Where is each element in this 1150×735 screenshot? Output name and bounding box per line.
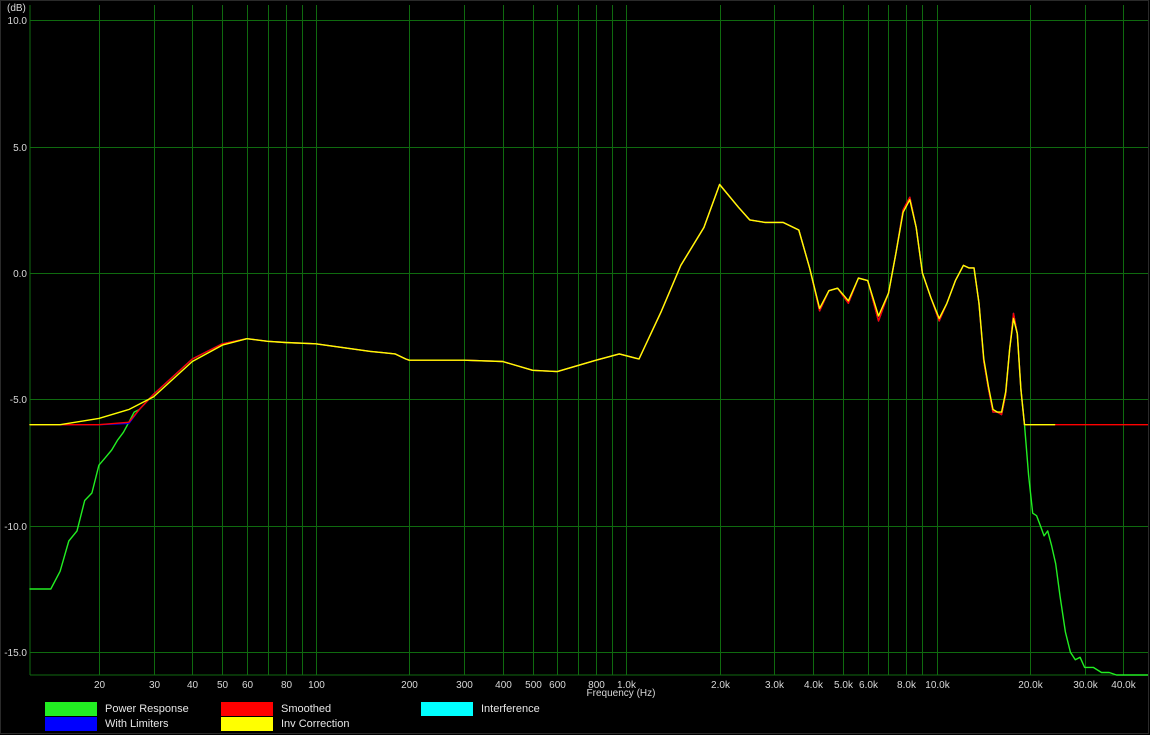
x-tick-400: 400: [495, 680, 512, 691]
legend-swatch-with-limiters: [45, 717, 97, 731]
x-tick-500: 500: [525, 680, 542, 691]
x-tick-20-0k: 20.0k: [1018, 680, 1043, 691]
x-tick-30: 30: [149, 680, 161, 691]
x-tick-80: 80: [281, 680, 293, 691]
y-axis-label: (dB): [7, 3, 26, 14]
y-tick-0-0: 0.0: [13, 269, 27, 280]
x-tick-30-0k: 30.0k: [1073, 680, 1098, 691]
y-tick-5-0: 5.0: [13, 143, 27, 154]
legend-swatch-interference: [421, 702, 473, 716]
x-tick-50: 50: [217, 680, 229, 691]
legend-label-smoothed: Smoothed: [281, 703, 332, 715]
x-tick-3-0k: 3.0k: [765, 680, 785, 691]
x-tick-8-0k: 8.0k: [897, 680, 917, 691]
legend: Power Response With Limiters Smoothed In…: [0, 698, 1150, 735]
legend-label-power-response: Power Response: [105, 703, 189, 715]
legend-label-with-limiters: With Limiters: [105, 718, 169, 730]
x-tick-40: 40: [187, 680, 199, 691]
legend-label-interference: Interference: [481, 703, 540, 715]
x-tick-800: 800: [588, 680, 605, 691]
x-tick-60: 60: [242, 680, 254, 691]
x-tick-6-0k: 6.0k: [859, 680, 879, 691]
x-tick-5-0k: 5.0k: [834, 680, 854, 691]
x-tick-2-0k: 2.0k: [711, 680, 731, 691]
legend-swatch-inv-correction: [221, 717, 273, 731]
legend-item-with-limiters: With Limiters: [45, 716, 169, 732]
legend-label-inv-correction: Inv Correction: [281, 718, 350, 730]
x-tick-1-0k: 1.0k: [617, 680, 637, 691]
x-tick-4-0k: 4.0k: [804, 680, 824, 691]
y-tick-10-0: 10.0: [8, 16, 28, 27]
x-tick-40-0k: 40.0k: [1111, 680, 1136, 691]
legend-item-inv-correction: Inv Correction: [221, 716, 349, 732]
x-tick-100: 100: [308, 680, 325, 691]
y-tick-15-0: -15.0: [4, 648, 27, 659]
x-tick-10-0k: 10.0k: [925, 680, 950, 691]
x-tick-300: 300: [456, 680, 473, 691]
x-tick-200: 200: [401, 680, 418, 691]
legend-item-power-response: Power Response: [45, 701, 189, 717]
legend-item-smoothed: Smoothed: [221, 701, 331, 717]
legend-item-interference: Interference: [421, 701, 540, 717]
y-tick-5-0: -5.0: [10, 395, 28, 406]
frequency-response-chart: (dB) Frequency (Hz) 10.05.00.0-5.0-10.0-…: [0, 0, 1150, 735]
legend-swatch-smoothed: [221, 702, 273, 716]
y-tick-10-0: -10.0: [4, 522, 27, 533]
x-tick-20: 20: [94, 680, 106, 691]
x-tick-600: 600: [549, 680, 566, 691]
legend-swatch-power-response: [45, 702, 97, 716]
